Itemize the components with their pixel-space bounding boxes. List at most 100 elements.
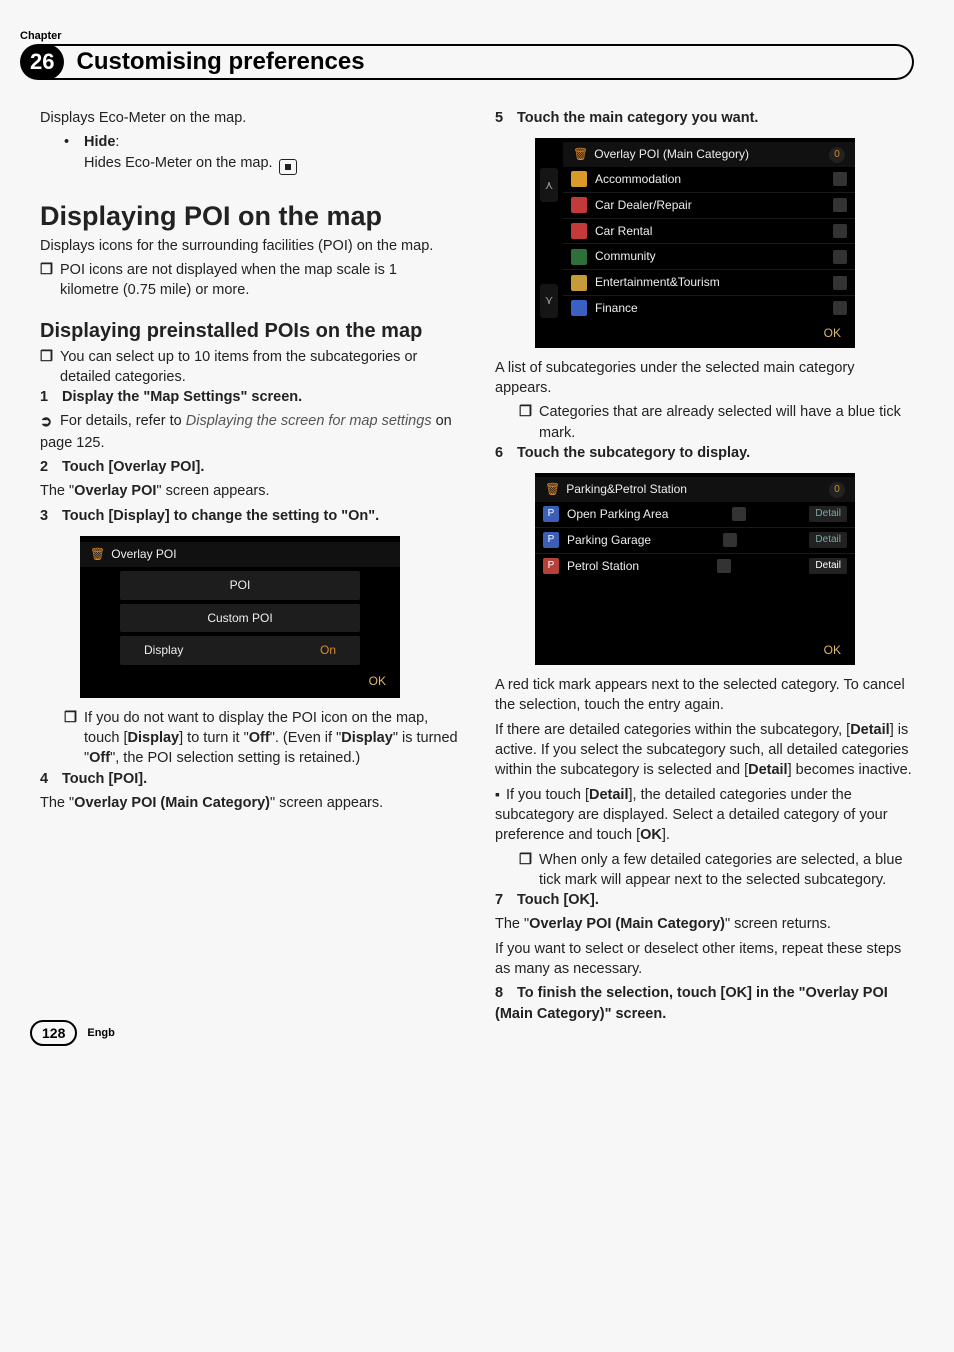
screenshot-subcategory: 🗑Parking&Petrol Station 0 POpen Parking …: [535, 473, 855, 665]
checkbox-icon[interactable]: [833, 250, 847, 264]
bullet-detail: ▪If you touch [Detail], the detailed cat…: [495, 785, 914, 846]
subcategory-label: Open Parking Area: [567, 506, 668, 523]
shot1-display-value: On: [320, 642, 336, 659]
checkbox-icon[interactable]: [833, 224, 847, 238]
category-label: Entertainment&Tourism: [595, 274, 720, 291]
shot3-subcategory-row[interactable]: PPetrol StationDetail: [535, 554, 855, 579]
category-label: Accommodation: [595, 171, 681, 188]
subcategory-icon: P: [543, 506, 559, 522]
note-poi-scale: ❐ POI icons are not displayed when the m…: [40, 260, 459, 301]
shot2-category-row[interactable]: Entertainment&Tourism: [563, 270, 855, 296]
subcategory-icon: P: [543, 558, 559, 574]
subcategory-label: Parking Garage: [567, 532, 651, 549]
page-number-badge: 128: [30, 1020, 77, 1046]
category-label: Car Rental: [595, 223, 652, 240]
step-3: 3Touch [Display] to change the setting t…: [40, 506, 459, 526]
checkbox-icon[interactable]: [833, 198, 847, 212]
colon: :: [115, 134, 119, 150]
category-icon: [571, 300, 587, 316]
category-icon: [571, 249, 587, 265]
trash-icon: 🗑: [573, 147, 588, 161]
trash-icon: 🗑: [545, 482, 560, 496]
category-icon: [571, 223, 587, 239]
page-footer: 128 Engb: [30, 1020, 115, 1046]
shot1-display-button[interactable]: Display On: [120, 636, 360, 665]
note-icon: ❐: [64, 708, 84, 769]
shot3-subcategory-row[interactable]: PParking GarageDetail: [535, 528, 855, 554]
note-10-items-text: You can select up to 10 items from the s…: [60, 347, 459, 388]
checkbox-icon[interactable]: [732, 507, 746, 521]
chapter-title: Customising preferences: [44, 44, 914, 80]
shot2-category-row[interactable]: Community: [563, 244, 855, 270]
shot3-subcategory-row[interactable]: P Open Parking Area Detail: [535, 502, 855, 528]
detail-button[interactable]: Detail: [809, 506, 847, 522]
category-label: Car Dealer/Repair: [595, 197, 692, 214]
category-icon: [571, 171, 587, 187]
shot2-category-row[interactable]: Car Rental: [563, 219, 855, 245]
step-4: 4Touch [POI].: [40, 769, 459, 789]
chapter-header: 26 Customising preferences: [20, 44, 914, 80]
shot2-title-bar: 🗑Overlay POI (Main Category) 0: [563, 142, 855, 167]
note-poi-scale-text: POI icons are not displayed when the map…: [60, 260, 459, 301]
reference-arrow-icon: [40, 412, 56, 432]
scroll-up-icon[interactable]: ⋏: [540, 168, 558, 202]
left-column: Displays Eco-Meter on the map. • Hide: H…: [40, 108, 459, 1028]
page-lang: Engb: [87, 1027, 115, 1039]
category-label: Finance: [595, 300, 638, 317]
shot1-display-label: Display: [144, 642, 183, 659]
step-2-body: The "Overlay POI" screen appears.: [40, 481, 459, 501]
note-icon: ❐: [40, 260, 60, 301]
step-7: 7Touch [OK].: [495, 890, 914, 910]
note-icon: ❐: [519, 402, 539, 443]
step-1-sub-prefix: For details, refer to: [60, 413, 186, 429]
step-1-sub: For details, refer to Displaying the scr…: [40, 411, 459, 453]
right-column: 5Touch the main category you want. 🗑Over…: [495, 108, 914, 1028]
shot1-poi-button[interactable]: POI: [120, 571, 360, 600]
note-blue-tick-text: Categories that are already selected wil…: [539, 402, 914, 443]
shot2-category-row[interactable]: Finance: [563, 296, 855, 321]
note-display-off-text: If you do not want to display the POI ic…: [84, 708, 459, 769]
note-display-off: ❐ If you do not want to display the POI …: [64, 708, 459, 769]
after-step5-text: A list of subcategories under the select…: [495, 358, 914, 399]
note-few-detailed-text: When only a few detailed categories are …: [539, 850, 914, 891]
shot1-title: Overlay POI: [111, 547, 176, 561]
shot1-ok-button[interactable]: OK: [80, 669, 400, 692]
section-displaying-poi: Displaying POI on the map: [40, 201, 459, 232]
hide-bullet: • Hide: Hides Eco-Meter on the map.: [64, 132, 459, 174]
step-1-sub-em: Displaying the screen for map settings: [186, 413, 432, 429]
hide-desc: Hides Eco-Meter on the map.: [84, 155, 273, 171]
checkbox-icon[interactable]: [723, 533, 737, 547]
eco-meter-show-desc: Displays Eco-Meter on the map.: [40, 108, 459, 128]
section-displaying-poi-desc: Displays icons for the surrounding facil…: [40, 236, 459, 256]
step-5: 5Touch the main category you want.: [495, 108, 914, 128]
chapter-number-badge: 26: [20, 44, 64, 80]
after-step6-p1: A red tick mark appears next to the sele…: [495, 675, 914, 716]
checkbox-icon[interactable]: [833, 172, 847, 186]
checkbox-icon[interactable]: [833, 276, 847, 290]
checkbox-icon[interactable]: [833, 301, 847, 315]
note-10-items: ❐ You can select up to 10 items from the…: [40, 347, 459, 388]
step-2: 2Touch [Overlay POI].: [40, 457, 459, 477]
note-icon: ❐: [40, 347, 60, 388]
shot1-title-bar: 🗑 Overlay POI: [80, 542, 400, 567]
trash-icon: 🗑: [90, 547, 105, 561]
shot2-category-row[interactable]: Car Dealer/Repair: [563, 193, 855, 219]
checkbox-icon[interactable]: [717, 559, 731, 573]
detail-button[interactable]: Detail: [809, 558, 847, 574]
note-icon: ❐: [519, 850, 539, 891]
step-7-p2: If you want to select or deselect other …: [495, 939, 914, 980]
shot2-category-row[interactable]: Accommodation: [563, 167, 855, 193]
screenshot-main-category: 🗑Overlay POI (Main Category) 0 ⋏ ⋎ Accom…: [535, 138, 855, 347]
shot3-count: 0: [829, 482, 845, 498]
scroll-down-icon[interactable]: ⋎: [540, 284, 558, 318]
shot2-ok-button[interactable]: OK: [563, 321, 855, 344]
step-7-body: The "Overlay POI (Main Category)" screen…: [495, 914, 914, 934]
hide-label: Hide: [84, 134, 115, 150]
end-section-icon: [279, 159, 297, 175]
note-blue-tick: ❐ Categories that are already selected w…: [519, 402, 914, 443]
shot1-custom-poi-button[interactable]: Custom POI: [120, 604, 360, 633]
category-icon: [571, 275, 587, 291]
detail-button[interactable]: Detail: [809, 532, 847, 548]
shot3-ok-button[interactable]: OK: [535, 638, 855, 661]
step-8: 8To finish the selection, touch [OK] in …: [495, 983, 914, 1024]
